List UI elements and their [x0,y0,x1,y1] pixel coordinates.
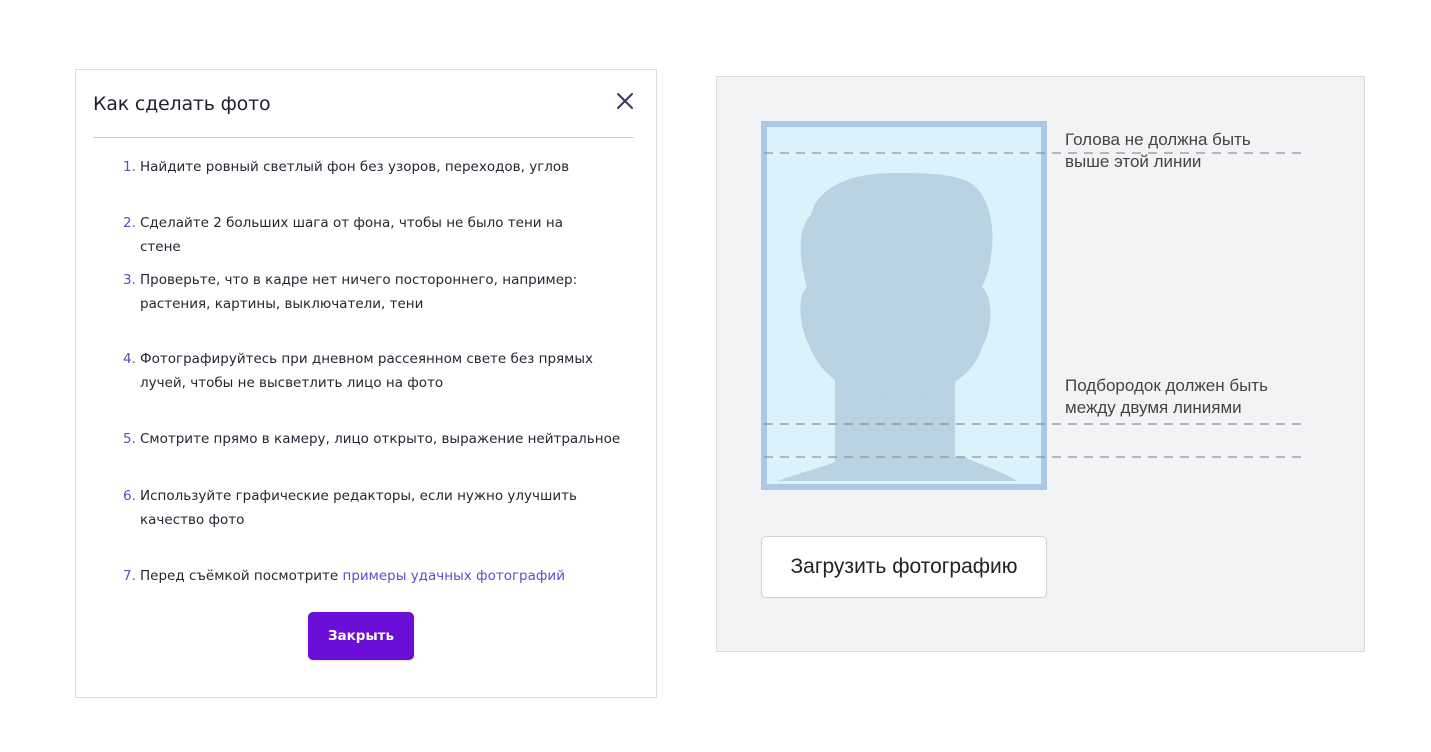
head-note-line: выше этой линии [1065,152,1202,171]
head-limit-note: Голова не должна быть выше этой линии [1065,129,1251,173]
instruction-step-1: 1. Найдите ровный светлый фон без узоров… [123,155,603,179]
chin-note-line: между двумя линиями [1065,398,1242,417]
upload-photo-button[interactable]: Загрузить фотографию [761,536,1047,598]
close-icon[interactable] [614,90,636,112]
instruction-step-5: 5. Смотрите прямо в камеру, лицо открыто… [123,427,623,451]
head-note-line: Голова не должна быть [1065,130,1251,149]
instruction-step-3: 3. Проверьте, что в кадре нет ничего пос… [123,268,583,316]
modal-title: Как сделать фото [93,93,271,115]
step-number: 1. [123,159,136,175]
step-text: Проверьте, что в кадре нет ничего постор… [140,272,578,312]
step-text: Сделайте 2 больших шага от фона, чтобы н… [140,215,563,255]
step-text: Смотрите прямо в камеру, лицо открыто, в… [140,431,621,447]
step-text-prefix: Перед съёмкой посмотрите [140,568,343,584]
step-text: Перед съёмкой посмотрите примеры удачных… [140,564,603,588]
photo-guide-panel: Голова не должна быть выше этой линии По… [716,76,1365,652]
step-number: 6. [123,488,136,504]
instruction-step-4: 4. Фотографируйтесь при дневном рассеянн… [123,347,603,395]
instruction-step-7: 7. Перед съёмкой посмотрите примеры удач… [123,564,603,588]
good-photos-examples-link[interactable]: примеры удачных фотографий [343,568,565,584]
chin-position-note: Подбородок должен быть между двумя линия… [1065,375,1268,419]
chin-note-line: Подбородок должен быть [1065,376,1268,395]
close-button[interactable]: Закрыть [308,612,414,660]
instruction-step-6: 6. Используйте графические редакторы, ес… [123,484,583,532]
step-number: 3. [123,272,136,288]
step-number: 4. [123,351,136,367]
step-text: Используйте графические редакторы, если … [140,488,577,528]
step-text: Фотографируйтесь при дневном рассеянном … [140,351,593,391]
step-number: 7. [123,568,136,584]
step-text: Найдите ровный светлый фон без узоров, п… [140,159,570,175]
modal-divider [93,137,634,138]
step-number: 5. [123,431,136,447]
instruction-step-2: 2. Сделайте 2 больших шага от фона, чтоб… [123,211,603,259]
photo-instructions-modal: Как сделать фото 1. Найдите ровный светл… [75,69,657,698]
step-number: 2. [123,215,136,231]
